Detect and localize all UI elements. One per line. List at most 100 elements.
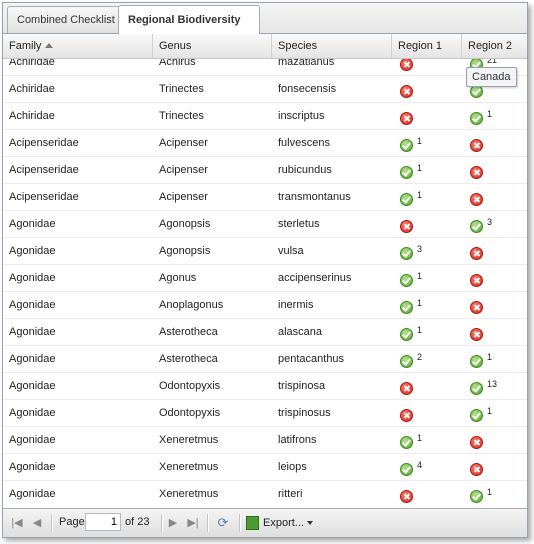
table-row[interactable]: Acipenseridae Acipenser rubicundus 1 — [3, 157, 527, 184]
genus-cell: Agonopsis — [159, 218, 211, 230]
region-2-cell: 3 — [462, 211, 527, 237]
region-2-cell — [462, 265, 527, 291]
record-count: 1 — [487, 109, 493, 119]
genus-cell: Asterotheca — [159, 326, 218, 338]
table-row[interactable]: Achiridae Trinectes inscriptus 1 — [3, 103, 527, 130]
table-row[interactable]: Agonidae Xeneretmus leiops 4 — [3, 454, 527, 481]
family-cell: Acipenseridae — [9, 137, 79, 149]
check-icon — [400, 273, 413, 287]
table-row[interactable]: Achiridae Achirus mazatlanus 21 — [3, 59, 527, 76]
record-count: 1 — [417, 271, 423, 281]
region-2-cell — [462, 130, 527, 156]
previous-page-icon[interactable]: ◀ — [29, 515, 45, 531]
check-icon — [470, 381, 483, 395]
record-count: 1 — [417, 190, 423, 200]
species-cell: fulvescens — [278, 137, 330, 149]
species-cell: latifrons — [278, 434, 317, 446]
region-1-cell: 1 — [392, 292, 464, 318]
cross-icon — [470, 462, 483, 476]
cross-icon — [470, 327, 483, 341]
family-cell: Agonidae — [9, 407, 56, 419]
tab-combined-checklist[interactable]: Combined Checklist — [7, 6, 127, 33]
record-count: 4 — [417, 460, 423, 470]
table-row[interactable]: Achiridae Trinectes fonsecensis — [3, 76, 527, 103]
export-button[interactable]: Export... — [246, 515, 313, 531]
region-1-cell — [392, 76, 464, 102]
region-2-cell — [462, 292, 527, 318]
record-count: 3 — [417, 244, 423, 254]
region-1-cell: 1 — [392, 319, 464, 345]
table-row[interactable]: Agonidae Odontopyxis trispinosa 13 — [3, 373, 527, 400]
cross-icon — [400, 59, 413, 71]
cross-icon — [470, 273, 483, 287]
family-cell: Agonidae — [9, 353, 56, 365]
record-count: 1 — [417, 325, 423, 335]
table-row[interactable]: Agonidae Agonopsis vulsa 3 — [3, 238, 527, 265]
table-row[interactable]: Acipenseridae Acipenser transmontanus 1 — [3, 184, 527, 211]
species-cell: leiops — [278, 461, 307, 473]
refresh-icon[interactable]: ⟳ — [215, 515, 231, 531]
table-row[interactable]: Agonidae Odontopyxis trispinosus 1 — [3, 400, 527, 427]
genus-cell: Trinectes — [159, 110, 204, 122]
table-row[interactable]: Agonidae Asterotheca alascana 1 — [3, 319, 527, 346]
tab-regional-biodiversity[interactable]: Regional Biodiversity — [118, 5, 260, 34]
check-icon — [470, 111, 483, 125]
genus-cell: Xeneretmus — [159, 488, 219, 500]
check-icon — [470, 219, 483, 233]
genus-cell: Anoplagonus — [159, 299, 224, 311]
region-2-cell — [462, 238, 527, 264]
table-row[interactable]: Agonidae Asterotheca pentacanthus 2 1 — [3, 346, 527, 373]
genus-cell: Odontopyxis — [159, 380, 221, 392]
column-header-region-2[interactable]: Region 2 — [462, 34, 527, 58]
table-row[interactable]: Agonidae Xeneretmus ritteri 1 — [3, 481, 527, 507]
genus-cell: Trinectes — [159, 83, 204, 95]
region-1-cell — [392, 481, 464, 507]
species-cell: pentacanthus — [278, 353, 345, 365]
family-cell: Acipenseridae — [9, 164, 79, 176]
region-2-cell: 13 — [462, 373, 527, 399]
region-1-cell — [392, 211, 464, 237]
last-page-icon[interactable]: ▶| — [185, 515, 201, 531]
region-1-cell: 1 — [392, 427, 464, 453]
page-number-input[interactable] — [85, 513, 121, 531]
column-header-region-1[interactable]: Region 1 — [392, 34, 462, 58]
next-page-icon[interactable]: ▶ — [165, 515, 181, 531]
region-1-cell: 4 — [392, 454, 464, 480]
cross-icon — [400, 111, 413, 125]
table-row[interactable]: Agonidae Agonopsis sterletus 3 — [3, 211, 527, 238]
cross-icon — [470, 435, 483, 449]
record-count: 1 — [417, 163, 423, 173]
region-2-cell: 1 — [462, 103, 527, 129]
record-count: 1 — [417, 298, 423, 308]
cross-icon — [400, 381, 413, 395]
check-icon — [400, 327, 413, 341]
check-icon — [400, 138, 413, 152]
species-cell: inermis — [278, 299, 314, 311]
column-header-family[interactable]: Family — [3, 34, 153, 58]
table-row[interactable]: Agonidae Agonus accipenserinus 1 — [3, 265, 527, 292]
region-2-cell: 1 — [462, 481, 527, 507]
species-cell: rubicundus — [278, 164, 332, 176]
first-page-icon[interactable]: |◀ — [9, 515, 25, 531]
check-icon — [470, 489, 483, 503]
family-cell: Agonidae — [9, 488, 56, 500]
genus-cell: Xeneretmus — [159, 461, 219, 473]
family-cell: Agonidae — [9, 434, 56, 446]
table-row[interactable]: Acipenseridae Acipenser fulvescens 1 — [3, 130, 527, 157]
region-1-cell: 1 — [392, 184, 464, 210]
table-row[interactable]: Agonidae Xeneretmus latifrons 1 — [3, 427, 527, 454]
genus-cell: Acipenser — [159, 137, 208, 149]
genus-cell: Xeneretmus — [159, 434, 219, 446]
family-cell: Agonidae — [9, 272, 56, 284]
cross-icon — [400, 219, 413, 233]
table-row[interactable]: Agonidae Anoplagonus inermis 1 — [3, 292, 527, 319]
record-count: 21 — [487, 59, 498, 65]
check-icon — [400, 435, 413, 449]
genus-cell: Achirus — [159, 59, 196, 68]
column-header-genus[interactable]: Genus — [153, 34, 272, 58]
species-cell: accipenserinus — [278, 272, 352, 284]
species-cell: ritteri — [278, 488, 303, 500]
grid-body[interactable]: Achiridae Achirus mazatlanus 21 Achiridae Tri… — [3, 59, 527, 507]
region-1-cell: 1 — [392, 130, 464, 156]
column-header-species[interactable]: Species — [272, 34, 392, 58]
